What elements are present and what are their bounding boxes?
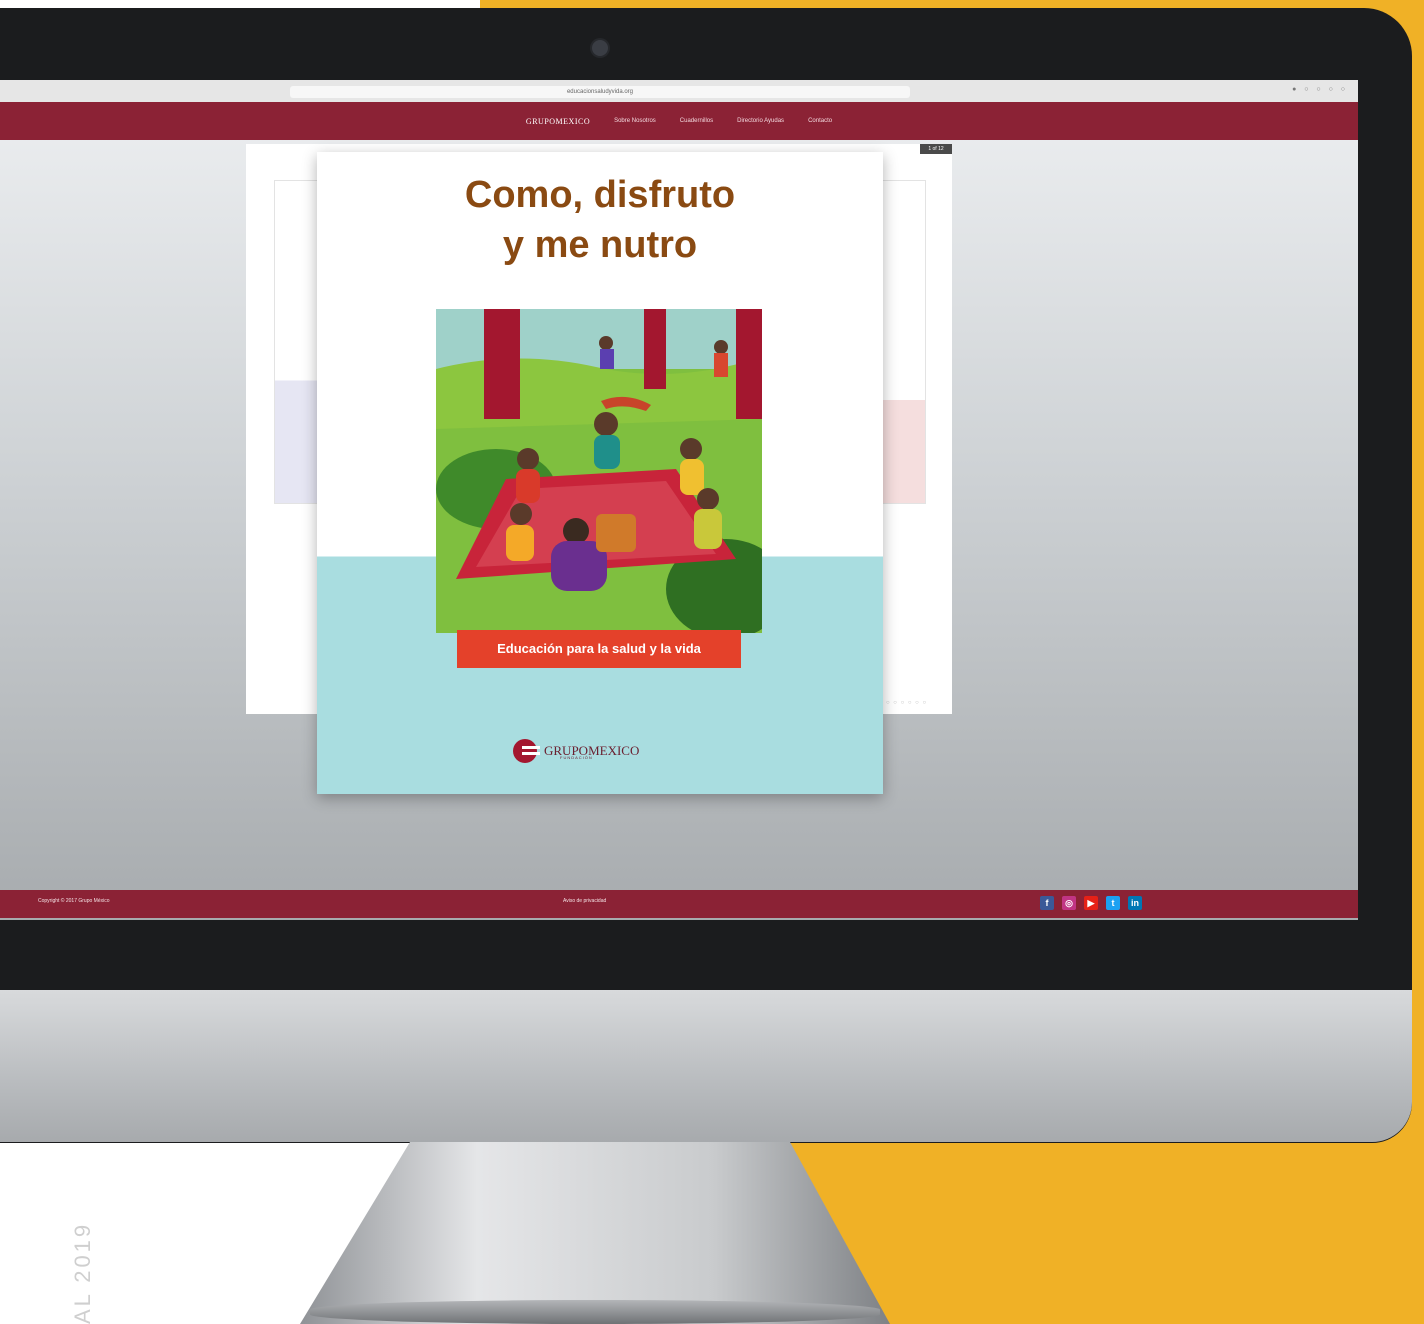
monitor-chin xyxy=(0,990,1412,1142)
nav-contacto[interactable]: Contacto xyxy=(808,118,832,124)
footer-privacy-link[interactable]: Aviso de privacidad xyxy=(563,898,606,904)
cover-tagline: Educación para la salud y la vida xyxy=(457,630,741,668)
footer-copyright: Copyright © 2017 Grupo México xyxy=(38,898,110,904)
nav-cuadernillos[interactable]: Cuadernillos xyxy=(680,118,713,124)
camera-icon xyxy=(592,40,608,56)
cover-title: Como, disfruto y me nutro xyxy=(464,174,736,266)
nav-directorio-ayudas[interactable]: Directorio Ayudas xyxy=(737,118,784,124)
grupo-mexico-logo-icon xyxy=(513,739,540,763)
url-bar[interactable]: educacionsaludyvida.org xyxy=(290,86,910,98)
page-counter: 1 of 12 xyxy=(920,144,952,154)
site-footer: Copyright © 2017 Grupo México Aviso de p… xyxy=(0,890,1358,918)
next-page-preview[interactable] xyxy=(880,180,926,504)
twitter-icon[interactable]: t xyxy=(1106,896,1120,910)
side-label: AL 2019 xyxy=(70,1221,95,1324)
screen: educacionsaludyvida.org ● ○ ○ ○ ○ GRUPOM… xyxy=(0,80,1358,920)
cover-logo: GRUPOMEXICO FUNDACIÓN xyxy=(512,738,639,764)
social-links: f ◎ ▶ t in xyxy=(1040,896,1142,910)
monitor-stand xyxy=(300,1142,890,1324)
facebook-icon[interactable]: f xyxy=(1040,896,1054,910)
youtube-icon[interactable]: ▶ xyxy=(1084,896,1098,910)
nav-sobre-nosotros[interactable]: Sobre Nosotros xyxy=(614,118,656,124)
site-navbar: GRUPOMEXICO Sobre Nosotros Cuadernillos … xyxy=(0,102,1358,140)
picnic-illustration xyxy=(436,309,762,633)
linkedin-icon[interactable]: in xyxy=(1128,896,1142,910)
browser-toolbar: educacionsaludyvida.org ● ○ ○ ○ ○ xyxy=(0,80,1358,103)
stand-base xyxy=(310,1300,880,1324)
instagram-icon[interactable]: ◎ xyxy=(1062,896,1076,910)
cover-logo-subtitle: FUNDACIÓN xyxy=(560,755,593,760)
pager-dots[interactable]: ○ ○ ○ ○ ○ ○ xyxy=(886,700,927,706)
site-logo[interactable]: GRUPOMEXICO xyxy=(526,117,590,126)
browser-action-icons[interactable]: ● ○ ○ ○ ○ xyxy=(1292,86,1348,93)
book-cover: Como, disfruto y me nutro Educación para… xyxy=(317,152,883,794)
